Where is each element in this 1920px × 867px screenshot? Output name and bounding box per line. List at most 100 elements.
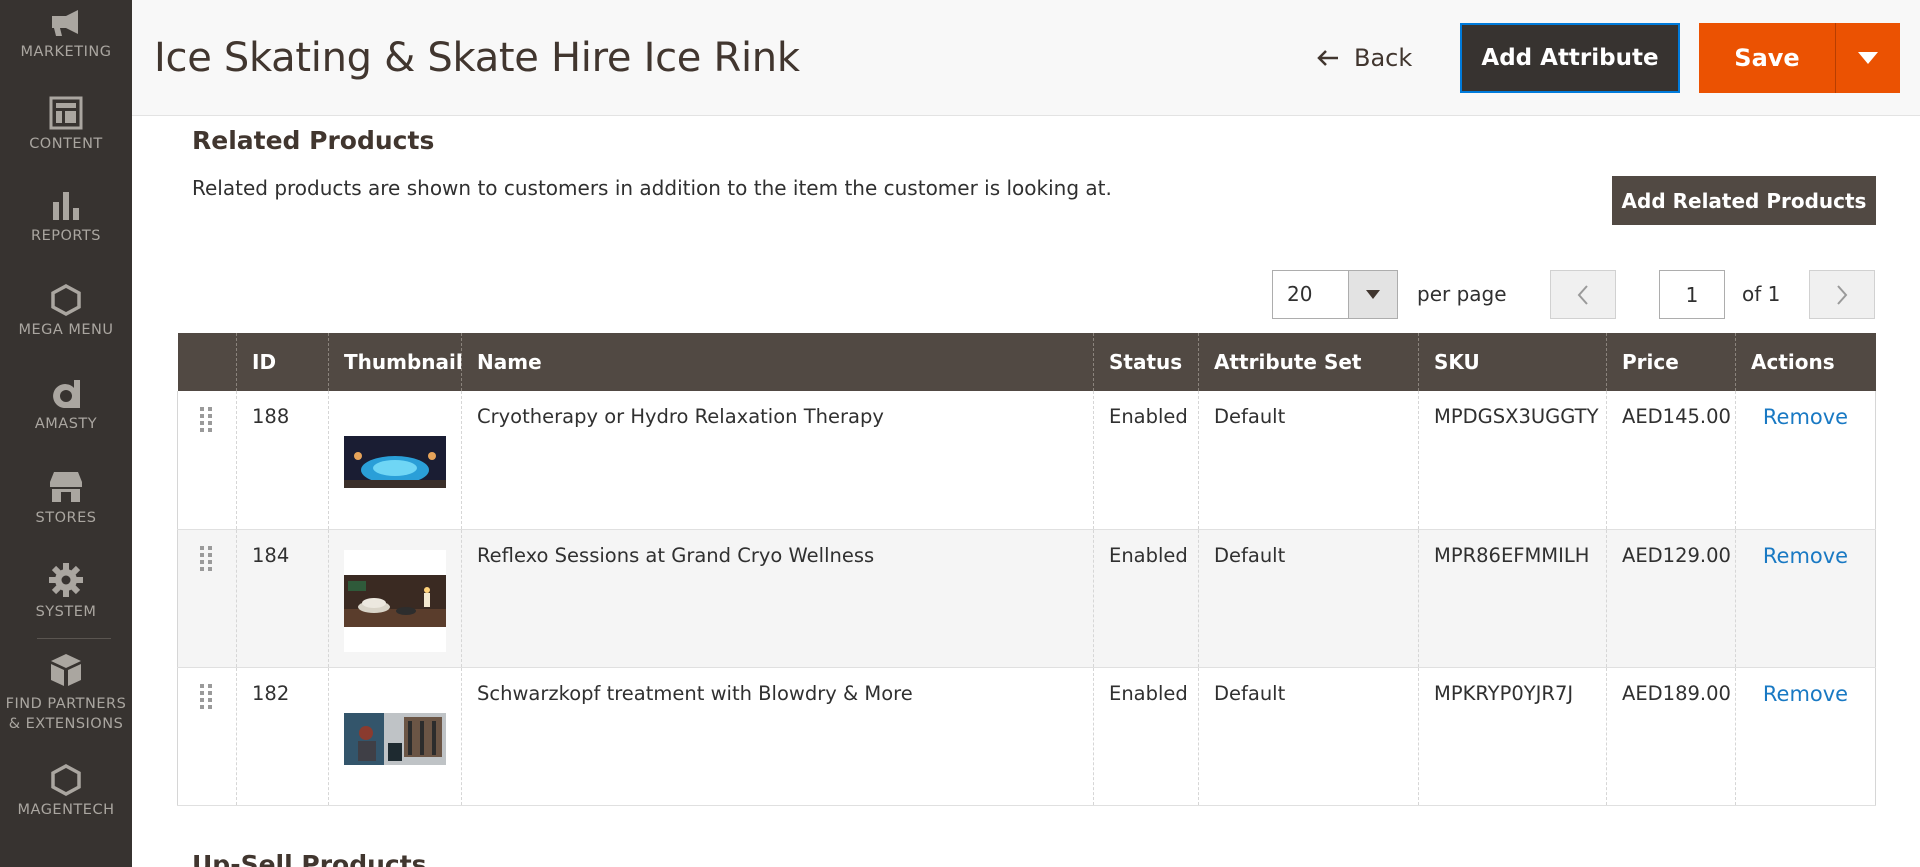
drag-cell xyxy=(177,391,237,530)
cell-status: Enabled xyxy=(1093,667,1199,806)
per-page-select[interactable]: 20 xyxy=(1272,270,1398,319)
nav-item-find-partners[interactable]: FIND PARTNERS & EXTENSIONS xyxy=(0,652,132,734)
section-title: Related Products xyxy=(192,126,435,155)
caret-down-icon xyxy=(1858,52,1878,64)
remove-link[interactable]: Remove xyxy=(1763,682,1848,706)
drag-handle-icon[interactable] xyxy=(199,683,213,710)
table-row: 182 Schwarzkopf treatment with Blowdry &… xyxy=(177,667,1876,806)
add-related-products-button[interactable]: Add Related Products xyxy=(1612,176,1876,225)
next-page-button[interactable] xyxy=(1809,270,1875,319)
cell-sku: MPKRYP0YJR7J xyxy=(1418,667,1607,806)
nav-label: MARKETING xyxy=(20,44,112,60)
spa-pool-thumbnail xyxy=(344,436,446,488)
add-attribute-button[interactable]: Add Attribute xyxy=(1460,23,1680,93)
drag-cell xyxy=(177,529,237,668)
cell-thumbnail xyxy=(328,529,462,668)
nav-divider xyxy=(37,638,111,639)
nav-item-amasty[interactable]: AMASTY xyxy=(0,374,132,434)
nav-item-marketing[interactable]: MARKETING xyxy=(0,8,132,62)
massage-stones-thumbnail xyxy=(344,574,446,627)
cell-status: Enabled xyxy=(1093,391,1199,530)
nav-label: CONTENT xyxy=(29,136,103,152)
cell-name: Schwarzkopf treatment with Blowdry & Mor… xyxy=(461,667,1094,806)
gear-icon xyxy=(49,563,83,597)
column-header-status[interactable]: Status xyxy=(1093,333,1199,391)
page-number-input[interactable] xyxy=(1659,270,1725,319)
per-page-value: 20 xyxy=(1287,282,1313,306)
page-header: Ice Skating & Skate Hire Ice Rink Back A… xyxy=(132,0,1920,116)
arrow-left-icon xyxy=(1317,50,1338,66)
section-description: Related products are shown to customers … xyxy=(192,176,1112,200)
cell-price: AED129.00 xyxy=(1606,529,1736,668)
page-count-label: of 1 xyxy=(1742,282,1781,306)
bar-chart-icon xyxy=(53,192,79,220)
cell-actions: Remove xyxy=(1735,391,1876,530)
nav-label: AMASTY xyxy=(34,416,98,432)
admin-sidebar: MARKETING CONTENT REPORTS MEGA MENU AMAS… xyxy=(0,0,132,867)
section-title-upsell: Up-Sell Products xyxy=(192,850,427,867)
save-options-toggle[interactable] xyxy=(1836,23,1900,93)
table-row: 188 Cryotherapy or Hydro Relaxation Ther… xyxy=(177,391,1876,530)
cell-thumbnail xyxy=(328,391,462,530)
thumbnail-image xyxy=(344,411,446,513)
nav-label-line2: & EXTENSIONS xyxy=(8,716,124,732)
thumbnail-image xyxy=(344,549,446,652)
salon-thumbnail xyxy=(344,712,446,765)
hexagon-icon xyxy=(51,764,81,796)
thumbnail-image xyxy=(344,687,446,790)
cell-id: 182 xyxy=(236,667,329,806)
cell-id: 188 xyxy=(236,391,329,530)
nav-label: FIND PARTNERS xyxy=(5,696,127,712)
related-products-grid: ID Thumbnail Name Status Attribute Set S… xyxy=(177,333,1876,806)
column-header-sku[interactable]: SKU xyxy=(1418,333,1607,391)
nav-label: MAGENTECH xyxy=(17,802,115,818)
nav-label: MEGA MENU xyxy=(18,322,114,338)
nav-item-content[interactable]: CONTENT xyxy=(0,96,132,154)
drag-cell xyxy=(177,667,237,806)
cell-attribute-set: Default xyxy=(1198,391,1419,530)
cell-thumbnail xyxy=(328,667,462,806)
cell-price: AED145.00 xyxy=(1606,391,1736,530)
cell-actions: Remove xyxy=(1735,529,1876,668)
nav-label: STORES xyxy=(35,510,97,526)
per-page-label: per page xyxy=(1417,282,1507,306)
nav-item-stores[interactable]: STORES xyxy=(0,470,132,528)
column-header-attribute-set[interactable]: Attribute Set xyxy=(1198,333,1419,391)
nav-item-mega-menu[interactable]: MEGA MENU xyxy=(0,284,132,340)
cell-price: AED189.00 xyxy=(1606,667,1736,806)
nav-item-magentech[interactable]: MAGENTECH xyxy=(0,764,132,820)
drag-handle-icon[interactable] xyxy=(199,407,213,433)
nav-item-reports[interactable]: REPORTS xyxy=(0,190,132,246)
save-split-button: Save xyxy=(1699,23,1900,93)
grid-header-row: ID Thumbnail Name Status Attribute Set S… xyxy=(177,333,1876,391)
hexagon-icon xyxy=(51,284,81,316)
amasty-logo-icon xyxy=(52,380,80,409)
column-header-price[interactable]: Price xyxy=(1606,333,1736,391)
back-label: Back xyxy=(1354,44,1413,72)
drag-handle-icon[interactable] xyxy=(199,545,213,572)
nav-label: REPORTS xyxy=(31,228,101,244)
column-header-drag xyxy=(177,333,237,391)
megaphone-icon xyxy=(52,10,78,36)
layout-icon xyxy=(49,96,83,130)
column-header-name[interactable]: Name xyxy=(461,333,1094,391)
back-button[interactable]: Back xyxy=(1316,38,1412,78)
store-icon xyxy=(50,472,82,502)
table-row: 184 Reflexo Sessions at Grand Cryo Welln… xyxy=(177,529,1876,668)
cell-id: 184 xyxy=(236,529,329,668)
save-button[interactable]: Save xyxy=(1699,23,1836,93)
cell-sku: MPDGSX3UGGTY xyxy=(1418,391,1607,530)
cubes-icon xyxy=(51,654,81,686)
column-header-id[interactable]: ID xyxy=(236,333,329,391)
nav-item-system[interactable]: SYSTEM xyxy=(0,562,132,622)
page-title: Ice Skating & Skate Hire Ice Rink xyxy=(154,35,800,81)
column-header-actions: Actions xyxy=(1735,333,1876,391)
chevron-right-icon xyxy=(1837,284,1848,305)
nav-label: SYSTEM xyxy=(35,604,97,620)
prev-page-button[interactable] xyxy=(1550,270,1616,319)
remove-link[interactable]: Remove xyxy=(1763,544,1848,568)
cell-attribute-set: Default xyxy=(1198,667,1419,806)
remove-link[interactable]: Remove xyxy=(1763,405,1848,429)
column-header-thumbnail: Thumbnail xyxy=(328,333,463,391)
chevron-left-icon xyxy=(1577,284,1588,305)
